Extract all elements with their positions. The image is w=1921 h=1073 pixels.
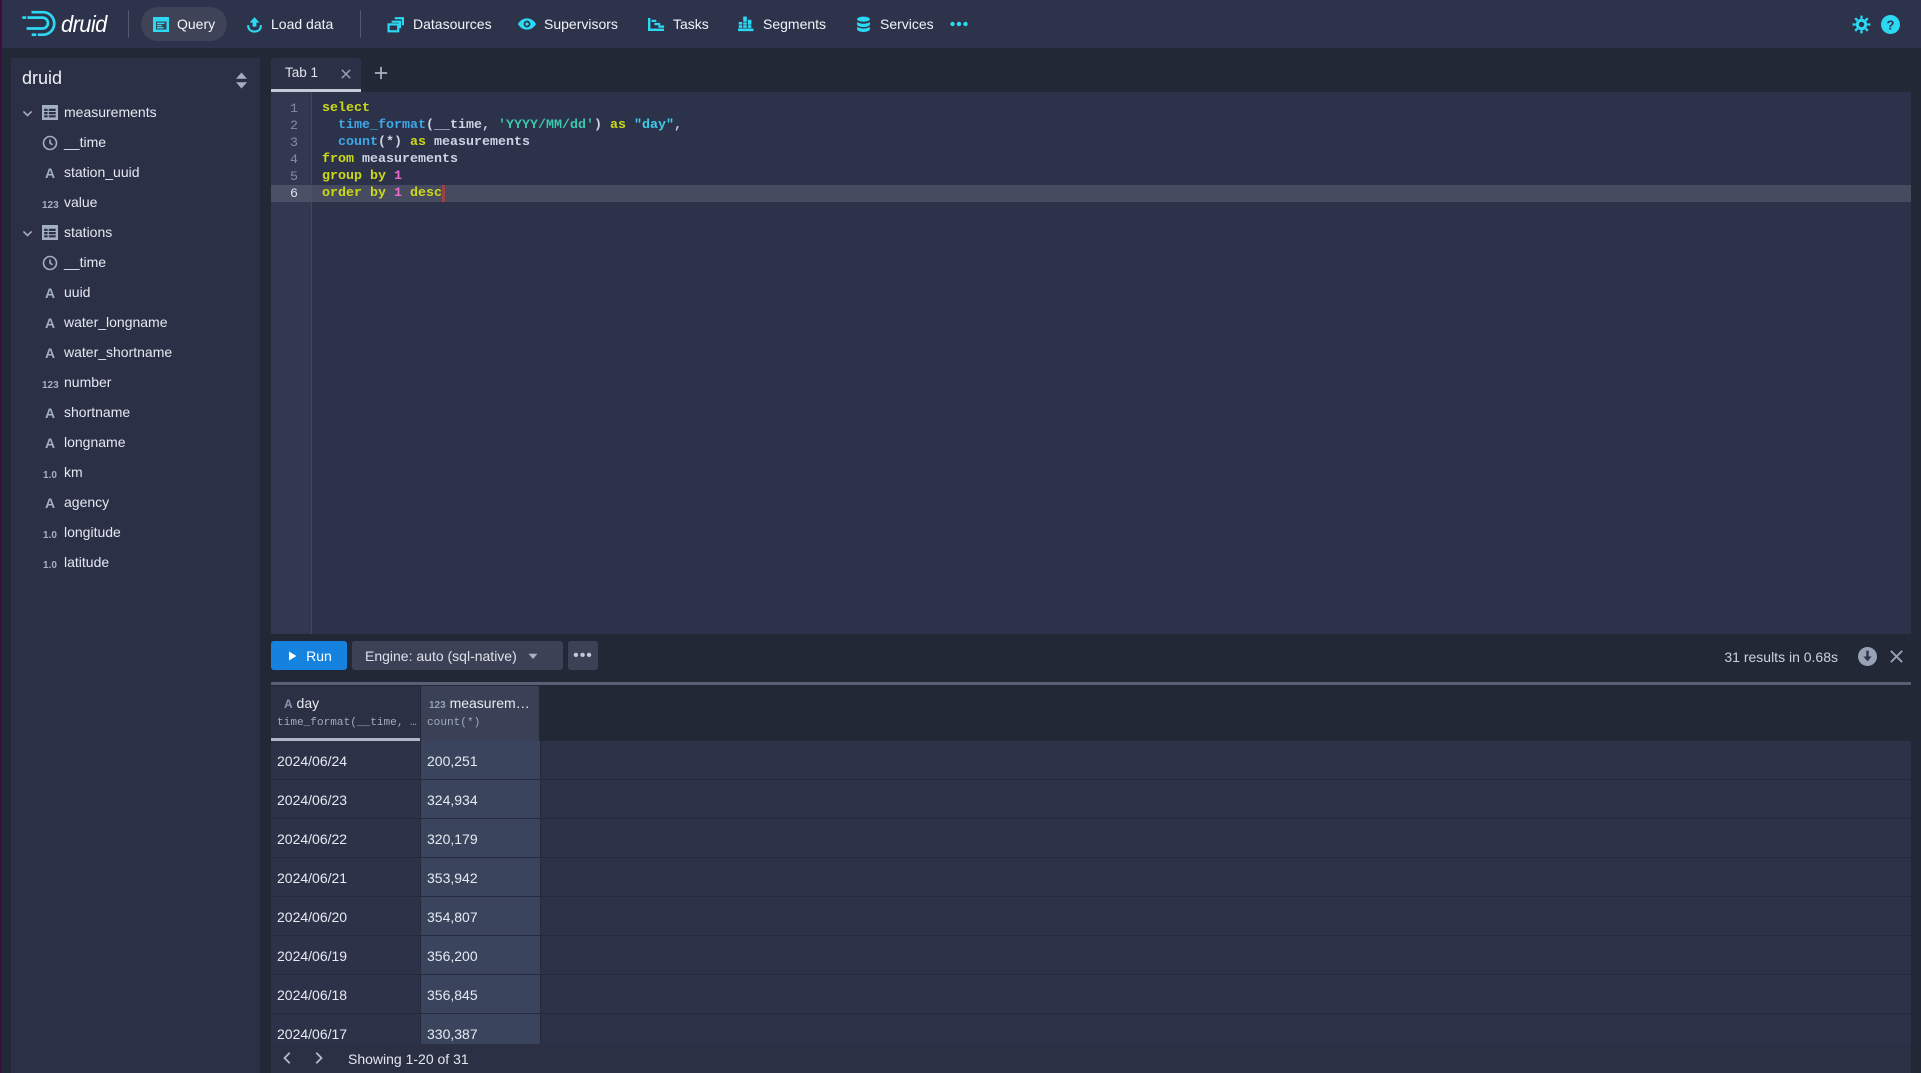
svg-text:?: ? <box>1887 17 1895 32</box>
